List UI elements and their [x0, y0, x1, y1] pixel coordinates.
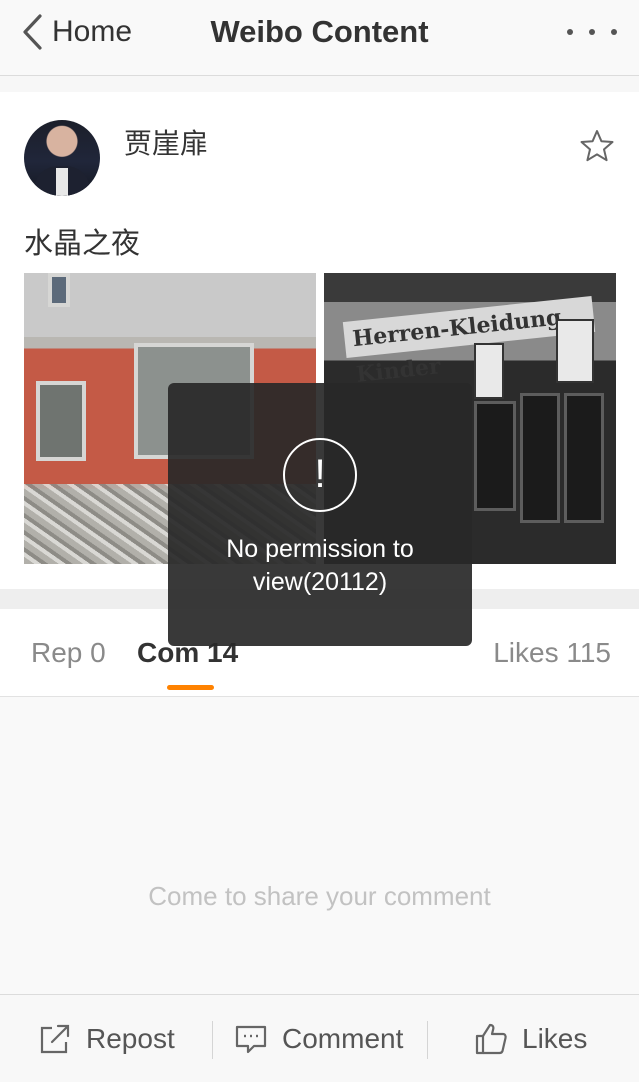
more-menu-button[interactable] — [567, 18, 617, 46]
comment-icon — [235, 1025, 267, 1054]
avatar[interactable] — [24, 120, 100, 196]
tab-reposts[interactable]: Rep 0 — [31, 637, 106, 669]
post-text: 水晶之夜 — [24, 228, 141, 260]
more-dots-icon — [567, 29, 573, 35]
repost-button[interactable]: Repost — [38, 995, 175, 1082]
thumbs-up-icon — [475, 1023, 507, 1055]
alert-icon: ! — [283, 438, 357, 512]
nav-header: Home Weibo Content — [0, 0, 639, 76]
bottom-action-bar: Repost Comment Likes — [0, 994, 639, 1082]
empty-comments-text: Come to share your comment — [148, 881, 491, 911]
tab-likes[interactable]: Likes 115 — [493, 637, 611, 669]
comment-button[interactable]: Comment — [234, 995, 403, 1082]
comment-label: Comment — [282, 1023, 404, 1054]
likes-label: Likes — [522, 1023, 588, 1054]
post-author-name[interactable]: 贾崖扉 — [124, 122, 208, 162]
back-button[interactable]: Home — [20, 10, 132, 54]
bottom-separator — [212, 1021, 213, 1059]
alert-icon-glyph: ! — [314, 452, 326, 496]
like-button[interactable]: Likes — [474, 995, 587, 1082]
back-label: Home — [52, 15, 133, 48]
toast-message: No permission to view(20112) — [226, 535, 414, 596]
star-icon[interactable] — [579, 128, 615, 164]
error-toast: ! No permission to view(20112) — [168, 383, 472, 646]
active-tab-indicator — [167, 685, 214, 690]
repost-label: Repost — [86, 1023, 175, 1054]
chevron-left-icon — [23, 14, 42, 50]
repost-icon — [40, 1024, 70, 1054]
comments-area: Come to share your comment — [0, 697, 639, 994]
bottom-separator — [427, 1021, 428, 1059]
